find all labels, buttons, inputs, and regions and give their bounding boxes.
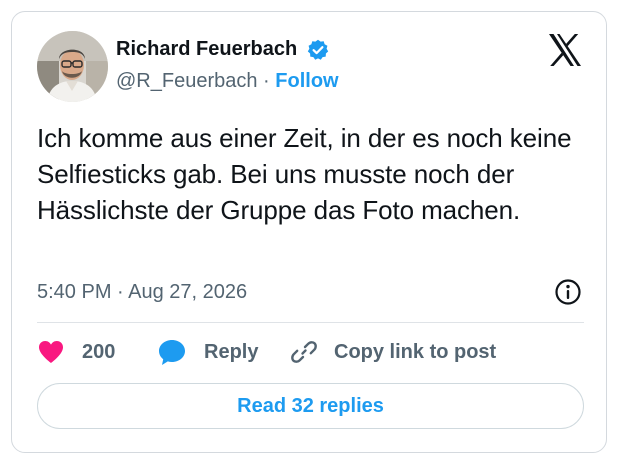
copy-link-label: Copy link to post [334, 340, 497, 363]
like-count: 200 [82, 340, 116, 363]
handle-row: @R_Feuerbach · Follow [116, 70, 339, 93]
verified-badge-icon [307, 39, 329, 61]
info-icon[interactable] [553, 277, 583, 307]
avatar[interactable] [37, 31, 108, 102]
reply-button[interactable]: Reply [158, 337, 258, 367]
tweet-text: Ich komme aus einer Zeit, in der es noch… [37, 123, 572, 225]
tweet-card: Richard Feuerbach @R_Feuerbach · Follow … [11, 11, 607, 453]
handle-separator: · [263, 70, 270, 92]
x-logo-icon[interactable] [547, 33, 583, 67]
follow-button[interactable]: Follow [275, 70, 338, 92]
like-button[interactable]: 200 [38, 337, 115, 367]
heart-icon [39, 341, 63, 363]
copy-link-button[interactable]: Copy link to post [290, 337, 496, 367]
link-icon [291, 341, 317, 363]
read-replies-label: Read 32 replies [237, 394, 384, 417]
reply-label: Reply [204, 340, 259, 363]
tweet-timestamp[interactable]: 5:40 PM · Aug 27, 2026 [37, 281, 247, 304]
read-replies-button[interactable]: Read 32 replies [37, 383, 584, 429]
divider [37, 322, 584, 323]
author-name[interactable]: Richard Feuerbach [116, 38, 297, 61]
author-handle[interactable]: @R_Feuerbach [116, 70, 257, 92]
reply-bubble-icon [159, 339, 185, 365]
